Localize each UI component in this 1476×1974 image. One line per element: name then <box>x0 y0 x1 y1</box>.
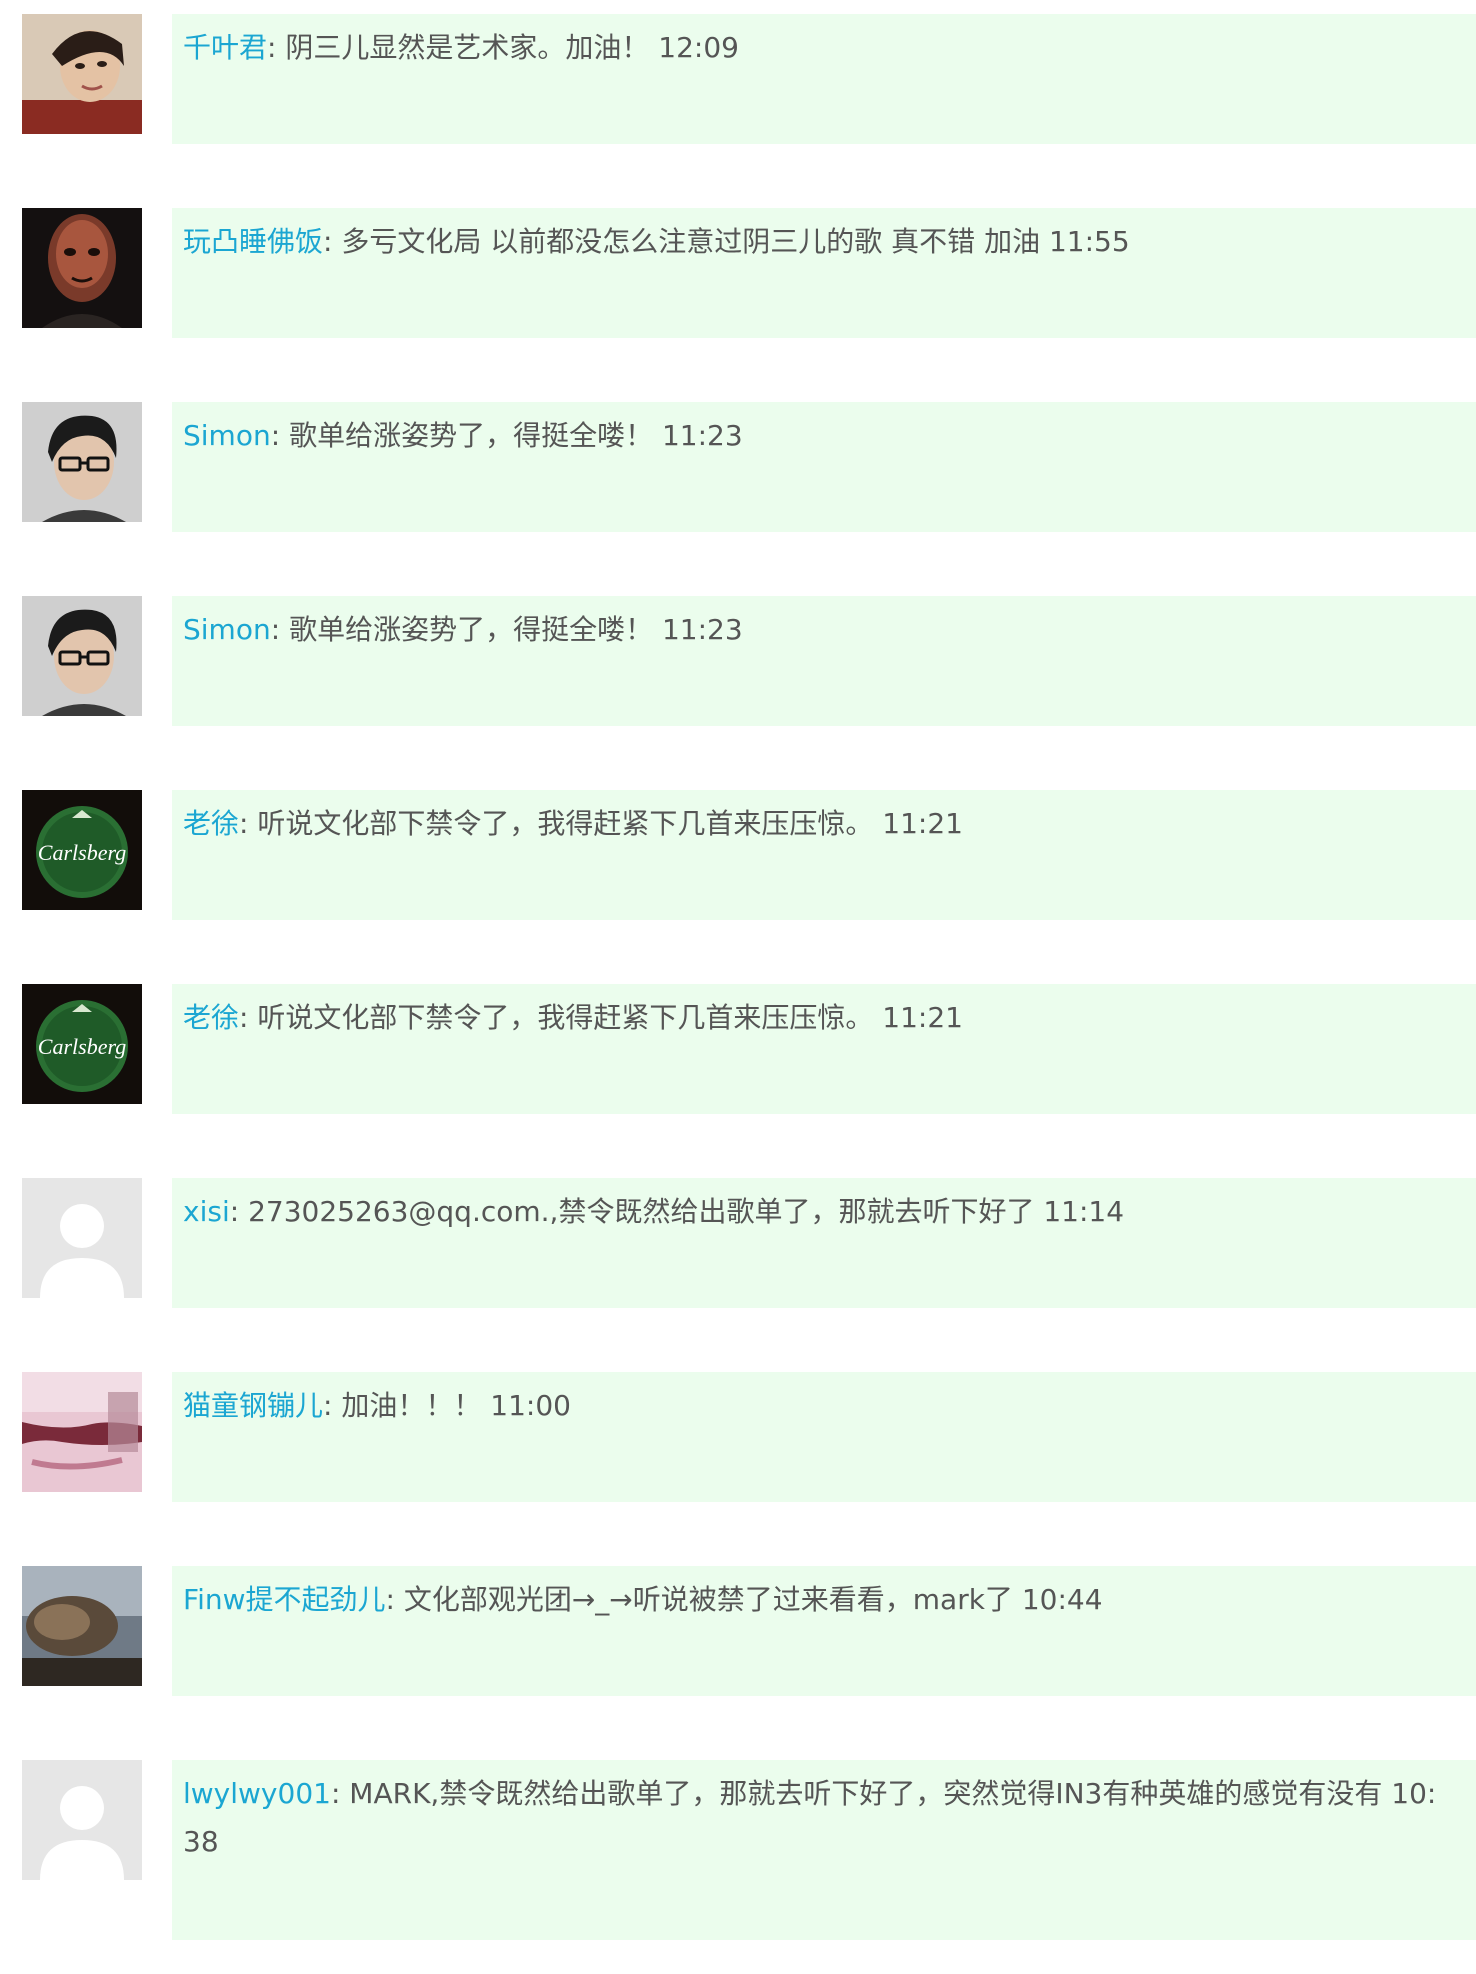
pink-abstract-icon <box>22 1372 142 1492</box>
comment-text: 猫童钢镚儿: 加油！！！ 11:00 <box>183 1382 1452 1430</box>
comment-item: Carlsberg 老徐: 听说文化部下禁令了，我得赶紧下几首来压压惊。 11:… <box>0 984 1476 1134</box>
user-avatar[interactable] <box>22 1760 142 1880</box>
comment-item: 千叶君: 阴三儿显然是艺术家。加油！ 12:09 <box>0 14 1476 164</box>
comment-text: 老徐: 听说文化部下禁令了，我得赶紧下几首来压压惊。 11:21 <box>183 994 1452 1042</box>
comment-item: Carlsberg 老徐: 听说文化部下禁令了，我得赶紧下几首来压压惊。 11:… <box>0 790 1476 940</box>
comment-text: 老徐: 听说文化部下禁令了，我得赶紧下几首来压压惊。 11:21 <box>183 800 1452 848</box>
user-avatar[interactable] <box>22 1178 142 1298</box>
comment-item: Finw提不起劲儿: 文化部观光团→_→听说被禁了过来看看，mark了 10:4… <box>0 1566 1476 1716</box>
carlsberg-logo-icon: Carlsberg <box>22 984 142 1104</box>
portrait-woman-icon <box>22 14 142 134</box>
comment-body: 听说文化部下禁令了，我得赶紧下几首来压压惊。 <box>257 1001 874 1034</box>
separator: : <box>229 1195 249 1228</box>
timestamp: 12:09 <box>658 31 739 64</box>
timestamp: 11:00 <box>490 1389 571 1422</box>
comment-bubble: 玩凸睡佛饭: 多亏文化局 以前都没怎么注意过阴三儿的歌 真不错 加油 11:55 <box>172 208 1476 338</box>
comment-body: MARK,禁令既然给出歌单了，那就去听下好了，突然觉得IN3有种英雄的感觉有没有 <box>349 1777 1383 1810</box>
user-avatar[interactable] <box>22 1566 142 1686</box>
user-avatar[interactable] <box>22 596 142 716</box>
default-avatar-icon <box>22 1760 142 1880</box>
comment-body: 文化部观光团→_→听说被禁了过来看看，mark了 <box>403 1583 1013 1616</box>
username-link[interactable]: 千叶君 <box>183 31 267 64</box>
timestamp: 11:14 <box>1043 1195 1125 1228</box>
user-avatar[interactable] <box>22 14 142 134</box>
comment-item: 猫童钢镚儿: 加油！！！ 11:00 <box>0 1372 1476 1522</box>
comment-body: 歌单给涨姿势了，得挺全喽！ <box>289 419 654 452</box>
username-link[interactable]: lwylwy001 <box>183 1777 331 1810</box>
svg-text:Carlsberg: Carlsberg <box>38 840 126 865</box>
comment-text: 玩凸睡佛饭: 多亏文化局 以前都没怎么注意过阴三儿的歌 真不错 加油 11:55 <box>183 218 1452 266</box>
comment-body: 听说文化部下禁令了，我得赶紧下几首来压压惊。 <box>257 807 874 840</box>
comment-text: Simon: 歌单给涨姿势了，得挺全喽！ 11:23 <box>183 606 1452 654</box>
comment-body: 歌单给涨姿势了，得挺全喽！ <box>289 613 654 646</box>
username-link[interactable]: xisi <box>183 1195 230 1228</box>
comment-text: 千叶君: 阴三儿显然是艺术家。加油！ 12:09 <box>183 24 1452 72</box>
comment-item: lwylwy001: MARK,禁令既然给出歌单了，那就去听下好了，突然觉得IN… <box>0 1760 1476 1960</box>
username-link[interactable]: 猫童钢镚儿 <box>183 1389 323 1422</box>
user-avatar[interactable] <box>22 402 142 522</box>
separator: : <box>270 613 290 646</box>
svg-text:Carlsberg: Carlsberg <box>38 1034 126 1059</box>
man-glasses-icon <box>22 402 142 522</box>
username-link[interactable]: 玩凸睡佛饭 <box>183 225 323 258</box>
carlsberg-logo-icon: Carlsberg <box>22 790 142 910</box>
username-link[interactable]: 老徐 <box>183 1001 239 1034</box>
comment-body: 多亏文化局 以前都没怎么注意过阴三儿的歌 真不错 加油 <box>341 225 1041 258</box>
user-avatar[interactable]: Carlsberg <box>22 984 142 1104</box>
comment-bubble: 老徐: 听说文化部下禁令了，我得赶紧下几首来压压惊。 11:21 <box>172 790 1476 920</box>
comment-text: lwylwy001: MARK,禁令既然给出歌单了，那就去听下好了，突然觉得IN… <box>183 1770 1452 1866</box>
separator: : <box>270 419 290 452</box>
comment-text: Simon: 歌单给涨姿势了，得挺全喽！ 11:23 <box>183 412 1452 460</box>
comment-bubble: Finw提不起劲儿: 文化部观光团→_→听说被禁了过来看看，mark了 10:4… <box>172 1566 1476 1696</box>
dark-face-icon <box>22 208 142 328</box>
comment-bubble: Simon: 歌单给涨姿势了，得挺全喽！ 11:23 <box>172 402 1476 532</box>
comment-body: 阴三儿显然是艺术家。加油！ <box>285 31 650 64</box>
comment-text: xisi: 273025263@qq.com.,禁令既然给出歌单了，那就去听下好… <box>183 1188 1452 1236</box>
separator: : <box>323 225 342 258</box>
comment-item: 玩凸睡佛饭: 多亏文化局 以前都没怎么注意过阴三儿的歌 真不错 加油 11:55 <box>0 208 1476 358</box>
separator: : <box>385 1583 404 1616</box>
comment-text: Finw提不起劲儿: 文化部观光团→_→听说被禁了过来看看，mark了 10:4… <box>183 1576 1452 1624</box>
user-avatar[interactable]: Carlsberg <box>22 790 142 910</box>
comment-item: Simon: 歌单给涨姿势了，得挺全喽！ 11:23 <box>0 402 1476 552</box>
comment-body: 加油！！！ <box>341 1389 482 1422</box>
timestamp: 11:21 <box>882 1001 963 1034</box>
separator: : <box>239 1001 258 1034</box>
comment-bubble: xisi: 273025263@qq.com.,禁令既然给出歌单了，那就去听下好… <box>172 1178 1476 1308</box>
username-link[interactable]: 老徐 <box>183 807 239 840</box>
username-link[interactable]: Simon <box>183 613 271 646</box>
comment-item: xisi: 273025263@qq.com.,禁令既然给出歌单了，那就去听下好… <box>0 1178 1476 1328</box>
separator: : <box>239 807 258 840</box>
timestamp: 11:23 <box>661 613 743 646</box>
separator: : <box>330 1777 350 1810</box>
man-glasses-icon <box>22 596 142 716</box>
timestamp: 10:44 <box>1021 1583 1103 1616</box>
separator: : <box>267 31 286 64</box>
comment-body: 273025263@qq.com.,禁令既然给出歌单了，那就去听下好了 <box>248 1195 1035 1228</box>
timestamp: 11:23 <box>661 419 743 452</box>
user-avatar[interactable] <box>22 208 142 328</box>
username-link[interactable]: Simon <box>183 419 271 452</box>
comment-bubble: Simon: 歌单给涨姿势了，得挺全喽！ 11:23 <box>172 596 1476 726</box>
comment-bubble: lwylwy001: MARK,禁令既然给出歌单了，那就去听下好了，突然觉得IN… <box>172 1760 1476 1940</box>
separator: : <box>323 1389 342 1422</box>
timestamp: 11:55 <box>1048 225 1130 258</box>
user-avatar[interactable] <box>22 1372 142 1492</box>
comment-item: Simon: 歌单给涨姿势了，得挺全喽！ 11:23 <box>0 596 1476 746</box>
creature-scene-icon <box>22 1566 142 1686</box>
comment-bubble: 老徐: 听说文化部下禁令了，我得赶紧下几首来压压惊。 11:21 <box>172 984 1476 1114</box>
comment-bubble: 千叶君: 阴三儿显然是艺术家。加油！ 12:09 <box>172 14 1476 144</box>
timestamp: 11:21 <box>882 807 963 840</box>
default-avatar-icon <box>22 1178 142 1298</box>
username-link[interactable]: Finw提不起劲儿 <box>183 1583 386 1616</box>
comment-bubble: 猫童钢镚儿: 加油！！！ 11:00 <box>172 1372 1476 1502</box>
